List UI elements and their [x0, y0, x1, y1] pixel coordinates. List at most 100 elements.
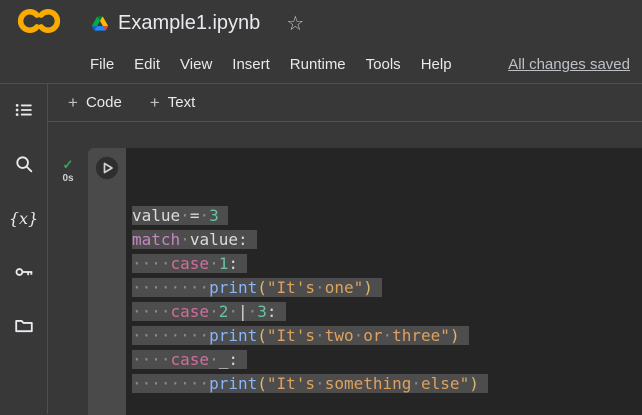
code-token: (: [257, 278, 267, 297]
code-token: something: [324, 374, 412, 393]
code-token: ·: [315, 278, 325, 297]
code-token: three": [392, 326, 450, 345]
code-token: 2: [218, 302, 229, 321]
code-token: match: [132, 230, 181, 249]
table-of-contents-icon[interactable]: [12, 98, 36, 122]
code-token: case: [170, 350, 210, 369]
code-token: "It's: [266, 326, 316, 345]
code-token: :: [228, 254, 238, 273]
variables-icon[interactable]: {x}: [9, 206, 38, 230]
search-icon[interactable]: [12, 152, 36, 176]
code-line[interactable]: ····case·2·|·3:: [132, 300, 642, 324]
code-token: ): [363, 278, 373, 297]
add-code-button[interactable]: + Code: [68, 94, 122, 111]
notebook-title[interactable]: Example1.ipynb: [118, 12, 260, 35]
code-token: ········: [132, 374, 210, 393]
code-line[interactable]: ····case·_:: [132, 348, 642, 372]
code-token: ·: [315, 374, 325, 393]
star-icon[interactable]: ☆: [286, 11, 304, 36]
code-token: ·: [209, 302, 219, 321]
code-token: "It's: [266, 278, 316, 297]
menubar: File Edit View Insert Runtime Tools Help All c…: [0, 46, 642, 84]
plus-icon: +: [68, 93, 78, 112]
code-token: or: [363, 326, 383, 345]
menu-item-file[interactable]: File: [80, 56, 124, 73]
code-line[interactable]: match·value:: [132, 228, 642, 252]
code-token: case: [170, 254, 210, 273]
code-token: ·: [180, 230, 190, 249]
code-token: ·: [411, 374, 422, 393]
code-line[interactable]: ········print("It's·two·or·three"): [132, 324, 642, 348]
code-token: ·: [180, 206, 190, 225]
menu-item-edit[interactable]: Edit: [124, 56, 170, 73]
menu-item-help[interactable]: Help: [411, 56, 462, 73]
files-folder-icon[interactable]: [12, 314, 36, 338]
selection-highlight: ········print("It's·two·or·three"): [132, 326, 469, 345]
code-token: print: [209, 278, 258, 297]
code-token: print: [209, 326, 258, 345]
notebook-workarea: ✓ 0s value·=·3 match·value: ····case·1: …: [48, 122, 642, 415]
code-token: ·: [382, 326, 393, 345]
code-token: 3: [209, 206, 219, 225]
selection-highlight: ········print("It's·something·else"): [132, 374, 488, 393]
code-token: case: [170, 302, 210, 321]
selection-highlight: match·value:: [132, 230, 257, 249]
selection-highlight: ········print("It's·one"): [132, 278, 382, 297]
code-token: ········: [132, 326, 210, 345]
code-token: ·: [228, 302, 238, 321]
code-token: ········: [132, 278, 210, 297]
secrets-key-icon[interactable]: [12, 260, 36, 284]
cell-toolbar: + Code + Text: [48, 84, 642, 122]
execution-info: ✓ 0s: [48, 148, 88, 415]
code-token: ·: [209, 350, 219, 369]
menu-item-view[interactable]: View: [170, 56, 222, 73]
code-token: (: [257, 374, 267, 393]
code-token: 3: [257, 302, 267, 321]
code-token: :: [266, 302, 277, 321]
code-token: (: [257, 326, 267, 345]
code-token: ·: [353, 326, 364, 345]
success-check-icon: ✓: [62, 157, 74, 172]
code-token: :: [237, 230, 248, 249]
code-line[interactable]: ········print("It's·something·else"): [132, 372, 642, 396]
code-editor[interactable]: value·=·3 match·value: ····case·1: ········…: [126, 148, 642, 415]
code-line[interactable]: ········print("It's·one"): [132, 276, 642, 300]
selection-highlight: ····case·1:: [132, 254, 247, 273]
code-token: ): [469, 374, 479, 393]
google-drive-icon: [92, 15, 108, 31]
code-token: ·: [209, 254, 219, 273]
selection-highlight: value·=·3: [132, 206, 228, 225]
menu-item-runtime[interactable]: Runtime: [280, 56, 356, 73]
menu-item-tools[interactable]: Tools: [356, 56, 411, 73]
code-token: ·: [247, 302, 258, 321]
code-line[interactable]: value·=·3: [132, 204, 642, 228]
autosave-status[interactable]: All changes saved: [508, 56, 630, 73]
code-token: ): [449, 326, 460, 345]
code-token: ·: [199, 206, 210, 225]
code-cell: ✓ 0s value·=·3 match·value: ····case·1: …: [48, 148, 642, 415]
colab-logo[interactable]: [16, 7, 62, 40]
code-token: "It's: [266, 374, 316, 393]
menu-item-insert[interactable]: Insert: [222, 56, 280, 73]
code-token: ····: [132, 254, 171, 273]
menubar-items: File Edit View Insert Runtime Tools Help: [80, 56, 462, 73]
run-cell-button[interactable]: [95, 156, 119, 180]
code-token: two: [324, 326, 354, 345]
add-text-label: Text: [167, 94, 196, 111]
code-token: print: [209, 374, 258, 393]
selection-highlight: ····case·_:: [132, 350, 247, 369]
code-token: ·: [315, 326, 325, 345]
execution-time: 0s: [62, 173, 74, 184]
cell-gutter: [88, 148, 126, 415]
titlebar: Example1.ipynb ☆: [0, 0, 642, 46]
colab-app: Example1.ipynb ☆ File Edit View Insert Runti…: [0, 0, 642, 415]
add-text-button[interactable]: + Text: [150, 94, 195, 111]
code-token: ····: [132, 302, 171, 321]
code-lines: value·=·3 match·value: ····case·1: ········…: [132, 204, 642, 396]
plus-icon: +: [149, 93, 160, 112]
code-token: |: [237, 302, 248, 321]
code-token: value: [189, 230, 238, 249]
add-code-label: Code: [85, 94, 122, 111]
code-token: else": [421, 374, 470, 393]
code-line[interactable]: ····case·1:: [132, 252, 642, 276]
